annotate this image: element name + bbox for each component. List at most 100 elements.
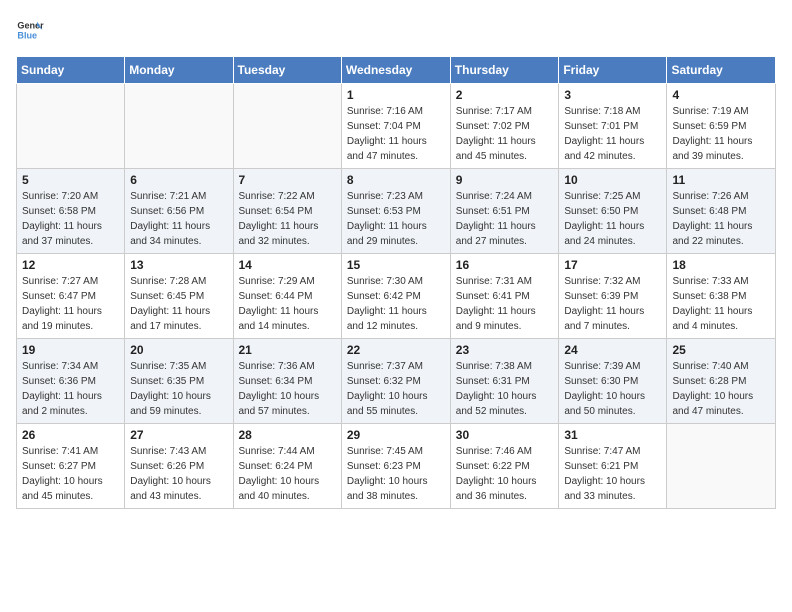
calendar-cell: 10 Sunrise: 7:25 AMSunset: 6:50 PMDayligh… [559, 169, 667, 254]
day-info: Sunrise: 7:24 AMSunset: 6:51 PMDaylight:… [456, 189, 554, 249]
logo-icon: General Blue [16, 16, 44, 44]
calendar-cell: 19 Sunrise: 7:34 AMSunset: 6:36 PMDayligh… [17, 339, 125, 424]
calendar-cell: 31 Sunrise: 7:47 AMSunset: 6:21 PMDayligh… [559, 424, 667, 509]
calendar-week-row: 12 Sunrise: 7:27 AMSunset: 6:47 PMDayligh… [17, 254, 776, 339]
calendar-week-row: 26 Sunrise: 7:41 AMSunset: 6:27 PMDayligh… [17, 424, 776, 509]
day-number: 14 [239, 258, 336, 272]
day-info: Sunrise: 7:23 AMSunset: 6:53 PMDaylight:… [347, 189, 445, 249]
day-number: 21 [239, 343, 336, 357]
day-number: 1 [347, 88, 445, 102]
day-number: 11 [672, 173, 770, 187]
day-info: Sunrise: 7:45 AMSunset: 6:23 PMDaylight:… [347, 444, 445, 504]
day-info: Sunrise: 7:32 AMSunset: 6:39 PMDaylight:… [564, 274, 661, 334]
calendar-cell: 8Sunrise: 7:23 AMSunset: 6:53 PMDaylight… [341, 169, 450, 254]
calendar-cell: 1 Sunrise: 7:16 AMSunset: 7:04 PMDaylight… [341, 84, 450, 169]
day-number: 29 [347, 428, 445, 442]
calendar-week-row: 5 Sunrise: 7:20 AMSunset: 6:58 PMDaylight… [17, 169, 776, 254]
day-number: 12 [22, 258, 119, 272]
day-number: 16 [456, 258, 554, 272]
logo: General Blue [16, 16, 48, 44]
day-info: Sunrise: 7:31 AMSunset: 6:41 PMDaylight:… [456, 274, 554, 334]
day-info: Sunrise: 7:16 AMSunset: 7:04 PMDaylight:… [347, 104, 445, 164]
calendar-cell: 14 Sunrise: 7:29 AMSunset: 6:44 PMDayligh… [233, 254, 341, 339]
calendar-cell: 2Sunrise: 7:17 AMSunset: 7:02 PMDaylight… [450, 84, 559, 169]
calendar-table: SundayMondayTuesdayWednesdayThursdayFrid… [16, 56, 776, 509]
calendar-cell: 9 Sunrise: 7:24 AMSunset: 6:51 PMDaylight… [450, 169, 559, 254]
day-info: Sunrise: 7:30 AMSunset: 6:42 PMDaylight:… [347, 274, 445, 334]
day-number: 7 [239, 173, 336, 187]
calendar-cell: 17 Sunrise: 7:32 AMSunset: 6:39 PMDayligh… [559, 254, 667, 339]
svg-text:General: General [17, 21, 44, 31]
calendar-cell: 12 Sunrise: 7:27 AMSunset: 6:47 PMDayligh… [17, 254, 125, 339]
calendar-cell: 6 Sunrise: 7:21 AMSunset: 6:56 PMDaylight… [125, 169, 233, 254]
day-info: Sunrise: 7:25 AMSunset: 6:50 PMDaylight:… [564, 189, 661, 249]
svg-text:Blue: Blue [17, 30, 37, 40]
day-info: Sunrise: 7:26 AMSunset: 6:48 PMDaylight:… [672, 189, 770, 249]
calendar-cell: 15 Sunrise: 7:30 AMSunset: 6:42 PMDayligh… [341, 254, 450, 339]
day-info: Sunrise: 7:44 AMSunset: 6:24 PMDaylight:… [239, 444, 336, 504]
calendar-cell: 26 Sunrise: 7:41 AMSunset: 6:27 PMDayligh… [17, 424, 125, 509]
day-info: Sunrise: 7:40 AMSunset: 6:28 PMDaylight:… [672, 359, 770, 419]
day-number: 26 [22, 428, 119, 442]
day-number: 31 [564, 428, 661, 442]
day-info: Sunrise: 7:47 AMSunset: 6:21 PMDaylight:… [564, 444, 661, 504]
day-number: 3 [564, 88, 661, 102]
day-info: Sunrise: 7:33 AMSunset: 6:38 PMDaylight:… [672, 274, 770, 334]
day-number: 24 [564, 343, 661, 357]
day-info: Sunrise: 7:41 AMSunset: 6:27 PMDaylight:… [22, 444, 119, 504]
calendar-week-row: 19 Sunrise: 7:34 AMSunset: 6:36 PMDayligh… [17, 339, 776, 424]
day-info: Sunrise: 7:20 AMSunset: 6:58 PMDaylight:… [22, 189, 119, 249]
calendar-cell: 20Sunrise: 7:35 AMSunset: 6:35 PMDayligh… [125, 339, 233, 424]
day-info: Sunrise: 7:34 AMSunset: 6:36 PMDaylight:… [22, 359, 119, 419]
weekday-header: Monday [125, 57, 233, 84]
day-number: 18 [672, 258, 770, 272]
day-number: 5 [22, 173, 119, 187]
weekday-header: Tuesday [233, 57, 341, 84]
calendar-cell: 7 Sunrise: 7:22 AMSunset: 6:54 PMDaylight… [233, 169, 341, 254]
day-number: 4 [672, 88, 770, 102]
day-info: Sunrise: 7:38 AMSunset: 6:31 PMDaylight:… [456, 359, 554, 419]
page-header: General Blue [16, 16, 776, 44]
day-number: 6 [130, 173, 227, 187]
day-number: 15 [347, 258, 445, 272]
day-info: Sunrise: 7:29 AMSunset: 6:44 PMDaylight:… [239, 274, 336, 334]
day-info: Sunrise: 7:39 AMSunset: 6:30 PMDaylight:… [564, 359, 661, 419]
calendar-cell: 21 Sunrise: 7:36 AMSunset: 6:34 PMDayligh… [233, 339, 341, 424]
calendar-cell: 28Sunrise: 7:44 AMSunset: 6:24 PMDayligh… [233, 424, 341, 509]
calendar-cell: 24 Sunrise: 7:39 AMSunset: 6:30 PMDayligh… [559, 339, 667, 424]
day-number: 19 [22, 343, 119, 357]
calendar-cell: 4 Sunrise: 7:19 AMSunset: 6:59 PMDaylight… [667, 84, 776, 169]
calendar-cell: 25Sunrise: 7:40 AMSunset: 6:28 PMDayligh… [667, 339, 776, 424]
calendar-cell: 23 Sunrise: 7:38 AMSunset: 6:31 PMDayligh… [450, 339, 559, 424]
calendar-cell [125, 84, 233, 169]
day-number: 10 [564, 173, 661, 187]
weekday-header: Sunday [17, 57, 125, 84]
calendar-cell: 22 Sunrise: 7:37 AMSunset: 6:32 PMDayligh… [341, 339, 450, 424]
calendar-cell: 3Sunrise: 7:18 AMSunset: 7:01 PMDaylight… [559, 84, 667, 169]
calendar-cell: 29 Sunrise: 7:45 AMSunset: 6:23 PMDayligh… [341, 424, 450, 509]
day-number: 17 [564, 258, 661, 272]
calendar-cell [233, 84, 341, 169]
calendar-cell: 30 Sunrise: 7:46 AMSunset: 6:22 PMDayligh… [450, 424, 559, 509]
calendar-cell [667, 424, 776, 509]
day-number: 30 [456, 428, 554, 442]
day-info: Sunrise: 7:21 AMSunset: 6:56 PMDaylight:… [130, 189, 227, 249]
day-number: 9 [456, 173, 554, 187]
calendar-header-row: SundayMondayTuesdayWednesdayThursdayFrid… [17, 57, 776, 84]
calendar-cell: 13Sunrise: 7:28 AMSunset: 6:45 PMDayligh… [125, 254, 233, 339]
day-info: Sunrise: 7:46 AMSunset: 6:22 PMDaylight:… [456, 444, 554, 504]
day-number: 22 [347, 343, 445, 357]
day-number: 13 [130, 258, 227, 272]
calendar-cell: 11 Sunrise: 7:26 AMSunset: 6:48 PMDayligh… [667, 169, 776, 254]
calendar-week-row: 1 Sunrise: 7:16 AMSunset: 7:04 PMDaylight… [17, 84, 776, 169]
day-info: Sunrise: 7:36 AMSunset: 6:34 PMDaylight:… [239, 359, 336, 419]
weekday-header: Wednesday [341, 57, 450, 84]
day-number: 2 [456, 88, 554, 102]
calendar-cell: 16 Sunrise: 7:31 AMSunset: 6:41 PMDayligh… [450, 254, 559, 339]
day-info: Sunrise: 7:27 AMSunset: 6:47 PMDaylight:… [22, 274, 119, 334]
day-info: Sunrise: 7:22 AMSunset: 6:54 PMDaylight:… [239, 189, 336, 249]
day-info: Sunrise: 7:19 AMSunset: 6:59 PMDaylight:… [672, 104, 770, 164]
day-info: Sunrise: 7:37 AMSunset: 6:32 PMDaylight:… [347, 359, 445, 419]
day-number: 23 [456, 343, 554, 357]
weekday-header: Friday [559, 57, 667, 84]
